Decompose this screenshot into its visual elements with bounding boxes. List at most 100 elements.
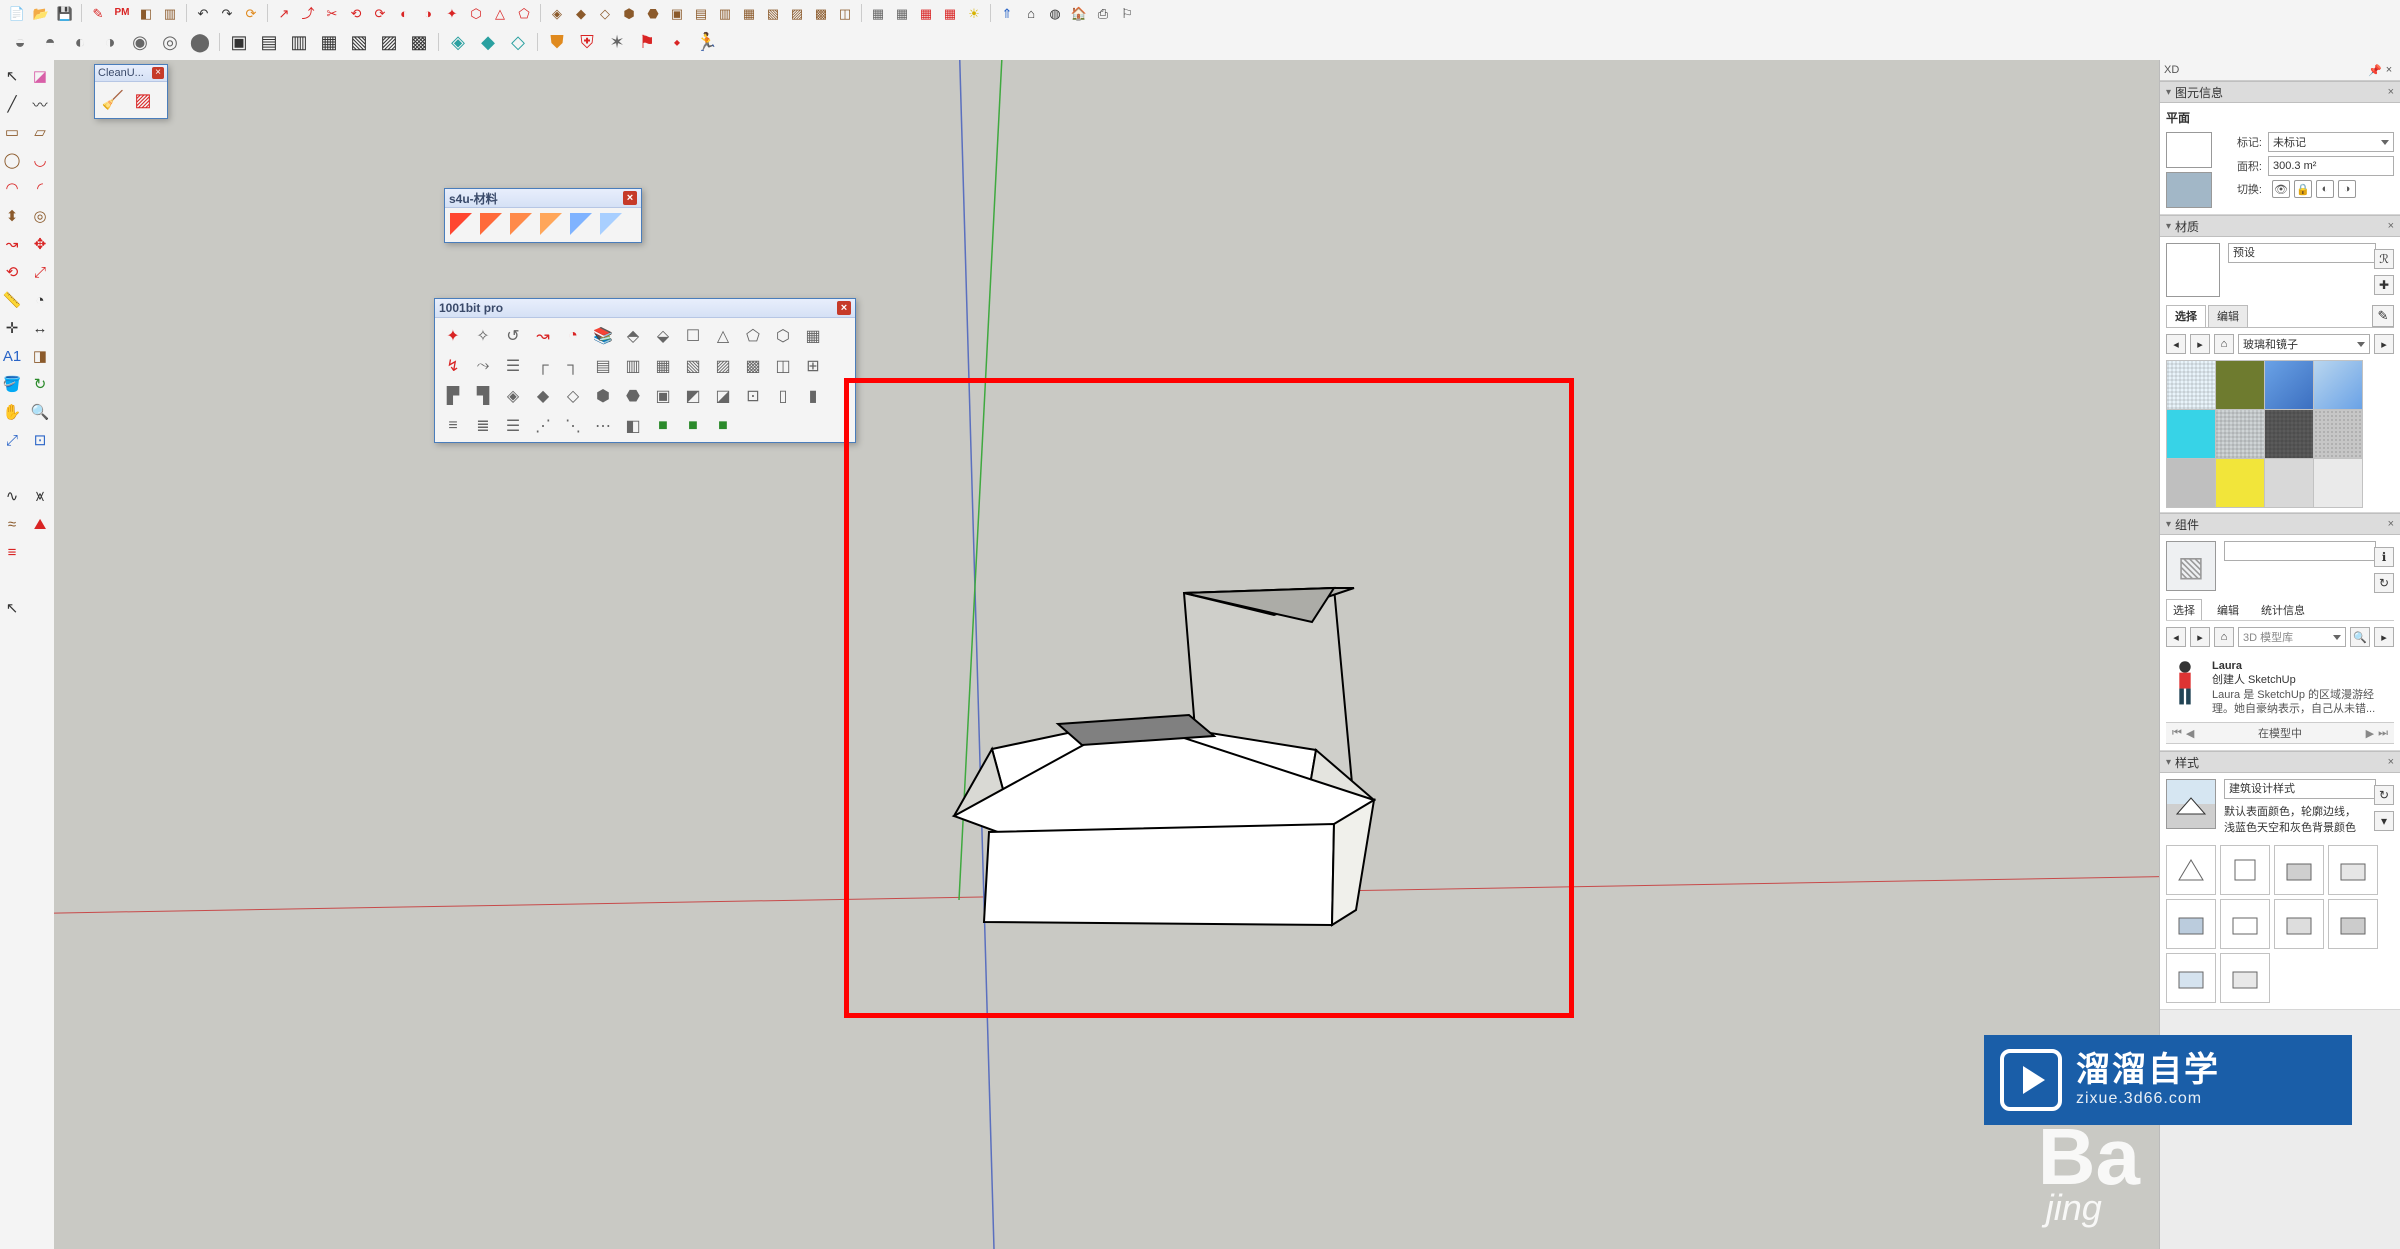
s4u-remove-icon[interactable] <box>597 210 625 238</box>
star-icon[interactable]: ✶ <box>603 28 631 56</box>
tape-icon[interactable]: 📏 <box>0 288 24 312</box>
style-name-field[interactable]: 建筑设计样式 <box>2224 779 2376 799</box>
fur-icon[interactable]: ⩙ <box>28 484 52 508</box>
nav-first-icon[interactable]: ⏮ <box>2172 727 2182 740</box>
arc2-icon[interactable]: ◠ <box>0 176 24 200</box>
poly-c-icon[interactable]: ◇ <box>594 2 616 24</box>
vray-c-icon[interactable]: ◐ <box>66 28 94 56</box>
bit-r4c1[interactable]: ≡ <box>437 410 469 442</box>
poly-d-icon[interactable]: ⬢ <box>618 2 640 24</box>
bit-r4c7[interactable]: ◧ <box>617 410 649 442</box>
bit-r4c2[interactable]: ≣ <box>467 410 499 442</box>
close-icon[interactable]: × <box>152 67 164 79</box>
style-view-9[interactable] <box>2166 953 2216 1003</box>
collection-fwd-icon[interactable]: ▸ <box>2190 334 2210 354</box>
bit-r2c1[interactable]: ↯ <box>437 350 469 382</box>
box2-icon[interactable]: ▤ <box>255 28 283 56</box>
box4-icon[interactable]: ▦ <box>315 28 343 56</box>
tray-header[interactable]: XD 📌 × <box>2160 60 2400 81</box>
tool-k-icon[interactable]: ⬠ <box>513 2 535 24</box>
components-fwd-icon[interactable]: ▸ <box>2190 627 2210 647</box>
redo-icon[interactable]: ↷ <box>216 2 238 24</box>
vray-e-icon[interactable]: ◉ <box>126 28 154 56</box>
style-view-7[interactable] <box>2274 899 2324 949</box>
poly-i-icon[interactable]: ▦ <box>738 2 760 24</box>
led-icon[interactable]: ⬩ <box>663 28 691 56</box>
components-tab-stats[interactable]: 统计信息 <box>2254 599 2312 620</box>
bit-r2c12[interactable]: ◫ <box>767 350 799 382</box>
bit-r3c4[interactable]: ◆ <box>527 380 559 412</box>
push-pull-icon[interactable]: ⬍ <box>0 204 24 228</box>
poly-k-icon[interactable]: ▨ <box>786 2 808 24</box>
poly-h-icon[interactable]: ▥ <box>714 2 736 24</box>
close-icon[interactable]: × <box>2382 64 2396 76</box>
bit-r1c13[interactable]: ▦ <box>797 320 829 352</box>
poly-e-icon[interactable]: ⬣ <box>642 2 664 24</box>
followme-icon[interactable]: ↝ <box>0 232 24 256</box>
mat-cyan[interactable] <box>2166 409 2216 459</box>
style-view-2[interactable] <box>2220 845 2270 895</box>
bit-r4c4[interactable]: ⋰ <box>527 410 559 442</box>
tool-f-icon[interactable]: ◐ <box>393 2 415 24</box>
bit-r2c9[interactable]: ▧ <box>677 350 709 382</box>
globe-icon[interactable]: ◍ <box>1044 2 1066 24</box>
bit-r1c5[interactable]: ◔ <box>557 320 589 352</box>
s4u-back-icon[interactable] <box>507 210 535 238</box>
mat-olive[interactable] <box>2215 360 2265 410</box>
bit-r2c11[interactable]: ▩ <box>737 350 769 382</box>
bit-r3c9[interactable]: ◩ <box>677 380 709 412</box>
mat-light[interactable] <box>2313 458 2363 508</box>
toggle-lock-icon[interactable]: 🔒 <box>2294 180 2312 198</box>
components-search-icon[interactable]: 🔍 <box>2350 627 2370 647</box>
tool-i-icon[interactable]: ⬡ <box>465 2 487 24</box>
eyedropper-icon[interactable]: ✎ <box>2372 305 2394 327</box>
bit-r4c9[interactable]: ■ <box>677 410 709 442</box>
toggle-shadow-icon[interactable]: ◐ <box>2316 180 2334 198</box>
s4u-ext-icon[interactable] <box>567 210 595 238</box>
cleanup-titlebar[interactable]: CleanU... × <box>95 65 167 82</box>
sample-paint-icon[interactable]: ℛ <box>2374 249 2394 269</box>
orbit-icon[interactable]: ↻ <box>28 372 52 396</box>
arc3-icon[interactable]: ◜ <box>28 176 52 200</box>
gem2-icon[interactable]: ◆ <box>474 28 502 56</box>
rect-icon[interactable]: ▭ <box>0 120 24 144</box>
poly-a-icon[interactable]: ◈ <box>546 2 568 24</box>
bit-r3c1[interactable]: ▛ <box>437 380 469 412</box>
bit-r4c8[interactable]: ■ <box>647 410 679 442</box>
components-home-icon[interactable]: ⌂ <box>2214 627 2234 647</box>
style-view-10[interactable] <box>2220 953 2270 1003</box>
mat-stripes[interactable] <box>2215 409 2265 459</box>
bit-r2c10[interactable]: ▨ <box>707 350 739 382</box>
text-icon[interactable]: A1 <box>0 344 24 368</box>
flag2-icon[interactable]: ⚑ <box>633 28 661 56</box>
bit-r1c4[interactable]: ↝ <box>527 320 559 352</box>
back-face-swatch[interactable] <box>2166 172 2212 208</box>
weld-icon[interactable]: ≈ <box>0 512 24 536</box>
sectionplane-icon[interactable]: ◨ <box>28 344 52 368</box>
rotate-icon[interactable]: ⟲ <box>0 260 24 284</box>
vray-b-icon[interactable]: ◓ <box>36 28 64 56</box>
shield2-icon[interactable]: ⛨ <box>573 28 601 56</box>
s4u-titlebar[interactable]: s4u-材料 × <box>445 189 641 208</box>
run-icon[interactable]: 🏃 <box>693 28 721 56</box>
zoomwin-icon[interactable]: ⊡ <box>28 428 52 452</box>
tool-j-icon[interactable]: △ <box>489 2 511 24</box>
bit-r1c3[interactable]: ↺ <box>497 320 529 352</box>
style-view-5[interactable] <box>2166 899 2216 949</box>
poly-j-icon[interactable]: ▧ <box>762 2 784 24</box>
material-name-field[interactable]: 预设 <box>2228 243 2376 263</box>
cleanup-panel[interactable]: CleanU... × 🧹▨ <box>94 64 168 119</box>
bit-r1c8[interactable]: ⬙ <box>647 320 679 352</box>
style-view-8[interactable] <box>2328 899 2378 949</box>
pm-icon[interactable]: PM <box>111 2 133 24</box>
dimension-icon[interactable]: ↔ <box>28 316 52 340</box>
nav-last-icon[interactable]: ⏭ <box>2378 727 2388 740</box>
toggle-cast-icon[interactable]: ◑ <box>2338 180 2356 198</box>
bit-r3c3[interactable]: ◈ <box>497 380 529 412</box>
save-icon[interactable]: 💾 <box>54 2 76 24</box>
box3-icon[interactable]: ▥ <box>285 28 313 56</box>
components-back-icon[interactable]: ◂ <box>2166 627 2186 647</box>
grid-b-icon[interactable]: ▦ <box>891 2 913 24</box>
bit-r1c11[interactable]: ⬠ <box>737 320 769 352</box>
bit-r4c5[interactable]: ⋱ <box>557 410 589 442</box>
